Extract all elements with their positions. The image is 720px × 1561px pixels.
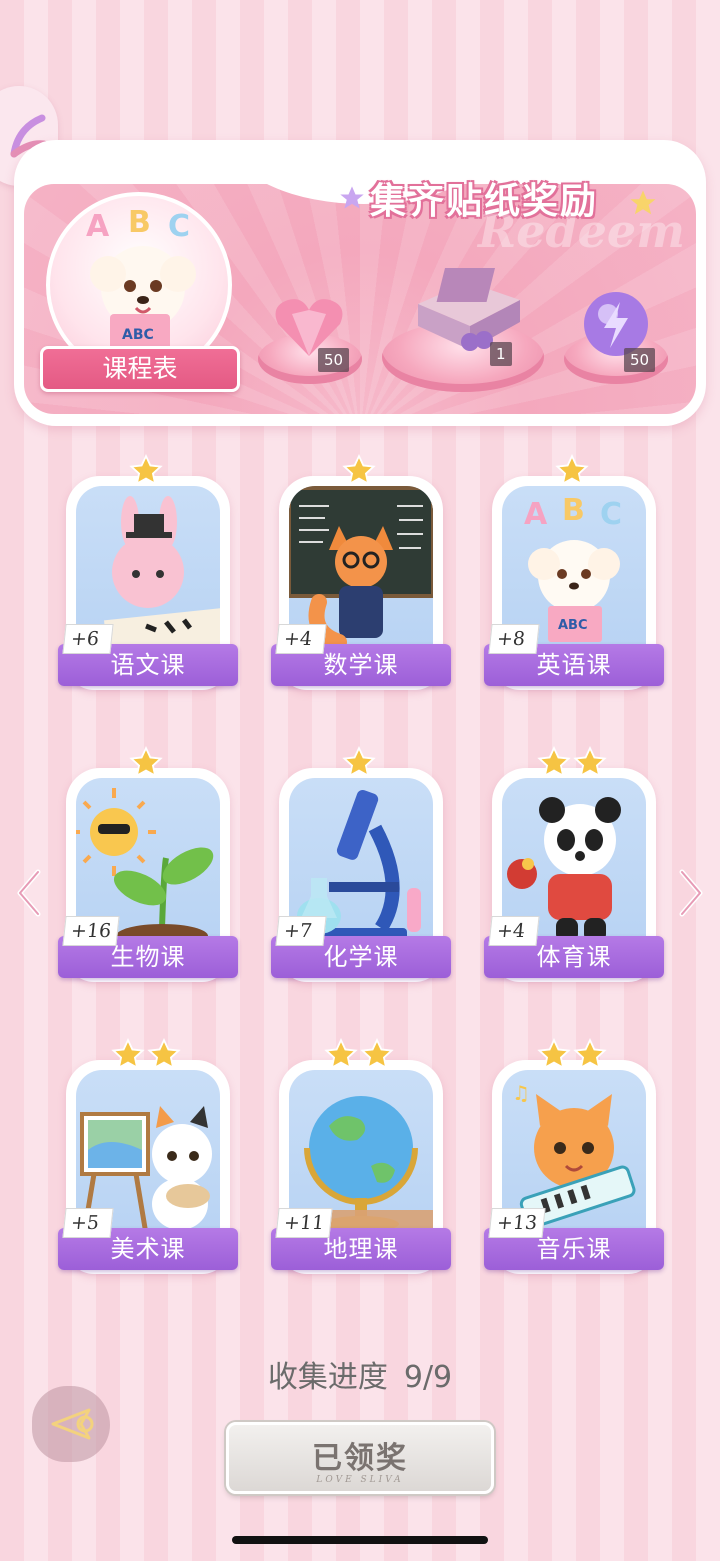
star-icon xyxy=(129,453,163,492)
star-icon xyxy=(147,1037,181,1076)
letter-c: C xyxy=(168,209,190,244)
card-star-rating xyxy=(62,1037,230,1076)
sticker-count-badge: +6 xyxy=(62,624,114,654)
course-card[interactable]: ♫ 音乐课 +13 xyxy=(484,1037,664,1276)
orb-count-badge: 50 xyxy=(624,348,656,372)
next-page-arrow-icon[interactable] xyxy=(676,868,706,918)
star-icon xyxy=(342,453,376,492)
claim-button-subtext: LOVE SLIVA xyxy=(316,1475,404,1485)
previous-page-arrow-icon[interactable] xyxy=(14,868,44,918)
star-icon xyxy=(573,1037,607,1076)
card-star-rating xyxy=(488,1037,656,1076)
svg-text:B: B xyxy=(562,493,585,528)
back-arrow-icon xyxy=(51,1408,94,1440)
svg-text:C: C xyxy=(600,497,622,532)
claim-button-label: 已领奖 xyxy=(312,1441,408,1476)
sticker-count-badge: +16 xyxy=(62,916,120,946)
sticker-count-badge: +5 xyxy=(62,1208,114,1238)
book-text: ABC xyxy=(122,327,154,343)
card-star-rating xyxy=(62,745,230,784)
sticker-count-badge: +13 xyxy=(488,1208,546,1238)
star-icon xyxy=(555,453,589,492)
card-star-rating xyxy=(488,453,656,492)
course-card[interactable]: 体育课 +4 xyxy=(484,745,664,984)
star-icon xyxy=(111,1037,145,1076)
svg-text:♫: ♫ xyxy=(512,1081,530,1105)
home-indicator[interactable] xyxy=(232,1536,488,1544)
star-icon xyxy=(129,745,163,784)
star-icon xyxy=(537,1037,571,1076)
star-icon xyxy=(537,745,571,784)
course-card[interactable]: 数学课 +4 xyxy=(271,453,451,692)
card-star-rating xyxy=(275,1037,443,1076)
course-card[interactable]: 美术课 +5 xyxy=(58,1037,238,1276)
star-icon xyxy=(342,745,376,784)
letter-a: A xyxy=(86,209,110,244)
back-button[interactable] xyxy=(32,1386,110,1462)
star-icon xyxy=(360,1037,394,1076)
letter-b: B xyxy=(128,205,151,240)
sticker-count-badge: +7 xyxy=(275,916,327,946)
star-icon xyxy=(573,745,607,784)
svg-text:ABC: ABC xyxy=(558,618,588,633)
sticker-count-badge: +4 xyxy=(488,916,540,946)
course-card[interactable]: 地理课 +11 xyxy=(271,1037,451,1276)
card-star-rating xyxy=(488,745,656,784)
heart-count-badge: 50 xyxy=(318,348,350,372)
svg-text:A: A xyxy=(524,497,548,532)
sticker-count-badge: +8 xyxy=(488,624,540,654)
course-card[interactable]: A B C ABC 英语课 +8 xyxy=(484,453,664,692)
course-card[interactable]: 语文课 +6 xyxy=(58,453,238,692)
sticker-count-badge: +11 xyxy=(275,1208,333,1238)
redeem-watermark: Redeem xyxy=(478,204,685,258)
purple-star-icon xyxy=(340,186,364,209)
progress-label: 收集进度 xyxy=(267,1360,388,1395)
giftbox-count-badge: 1 xyxy=(490,342,512,366)
sticker-count-badge: +4 xyxy=(275,624,327,654)
card-star-rating xyxy=(275,745,443,784)
schedule-label[interactable]: 课程表 xyxy=(40,346,240,392)
card-star-rating xyxy=(62,453,230,492)
course-card[interactable]: 生物课 +16 xyxy=(58,745,238,984)
collection-progress: 收集进度 9/9 xyxy=(0,1352,720,1396)
course-card[interactable]: 化学课 +7 xyxy=(271,745,451,984)
card-star-rating xyxy=(275,453,443,492)
claim-reward-button[interactable]: 已领奖 LOVE SLIVA xyxy=(226,1422,494,1494)
star-icon xyxy=(324,1037,358,1076)
progress-value: 9/9 xyxy=(403,1360,453,1395)
